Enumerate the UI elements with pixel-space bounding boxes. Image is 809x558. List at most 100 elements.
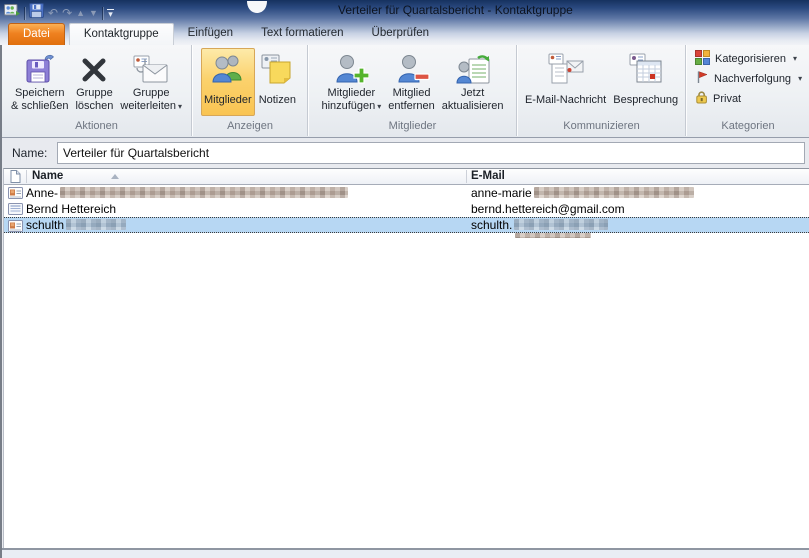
redacted-text — [514, 219, 609, 230]
dropdown-arrow-icon: ▾ — [792, 54, 797, 63]
name-input[interactable] — [57, 142, 805, 164]
member-email: bernd.hettereich@gmail.com — [471, 202, 625, 216]
email-message-icon — [548, 51, 584, 87]
group-label-aktionen: Aktionen — [75, 120, 118, 132]
mouse-cursor — [245, 0, 269, 18]
dropdown-arrow-icon: ▾ — [178, 102, 183, 111]
button-label: & schließen — [10, 100, 69, 112]
member-name: Bernd Hettereich — [26, 202, 117, 216]
member-name: schulth — [26, 218, 65, 232]
button-label: Notizen — [258, 94, 296, 106]
sort-ascending-icon — [111, 174, 119, 179]
add-member-icon — [333, 51, 370, 87]
members-list[interactable]: Name E-Mail Anne- anne-marie Bernd Hette… — [3, 168, 809, 548]
notes-icon — [261, 51, 293, 87]
members-icon — [210, 51, 246, 87]
qat-separator — [101, 6, 103, 20]
ribbon-tab-row: Datei Kontaktgruppe Einfügen Text format… — [0, 22, 809, 45]
window-header: ↶ ↷ ▲ ▼ ▾ Verteiler für Quartalsbericht … — [0, 0, 809, 45]
button-label: Speichern — [14, 87, 65, 99]
dropdown-arrow-icon: ▾ — [377, 102, 382, 111]
name-label: Name: — [12, 146, 48, 160]
button-label: Privat — [713, 92, 742, 105]
button-label: Nachverfolgung — [714, 72, 792, 85]
app-icon — [4, 3, 20, 23]
member-name: Anne- — [26, 186, 59, 200]
ribbon-group-mitglieder: Mitglieder hinzufügen ▾ Mitglied entferne… — [309, 45, 517, 136]
group-label-mitglieder: Mitglieder — [388, 120, 437, 132]
delete-x-icon — [79, 51, 109, 87]
window-title: Verteiler für Quartalsbericht - Kontaktg… — [338, 3, 573, 17]
gruppe-loeschen-button[interactable]: Gruppe löschen — [72, 48, 116, 116]
tab-datei[interactable]: Datei — [8, 23, 65, 45]
window-left-border — [0, 45, 2, 558]
kategorisieren-button[interactable]: Kategorisieren ▾ — [692, 49, 805, 68]
next-item-button[interactable]: ▼ — [89, 7, 98, 20]
member-row[interactable]: Anne- anne-marie — [4, 185, 809, 201]
contact-group-window: ↶ ↷ ▲ ▼ ▾ Verteiler für Quartalsbericht … — [0, 0, 809, 558]
forward-group-icon — [133, 51, 169, 87]
save-close-icon — [23, 51, 57, 87]
contact-card-plain-icon — [8, 203, 23, 218]
tab-ueberpruefen[interactable]: Überprüfen — [358, 23, 444, 45]
button-label: Mitglieder — [204, 94, 252, 106]
speichern-schliessen-button[interactable]: Speichern & schließen — [8, 48, 71, 116]
button-label: entfernen — [388, 100, 435, 112]
ribbon: Speichern & schließen Gruppe löschen Gru… — [0, 45, 809, 138]
window-bottom-border — [2, 548, 809, 558]
qat-separator — [24, 6, 25, 20]
redacted-text — [60, 187, 349, 198]
update-now-icon — [455, 51, 491, 87]
ribbon-group-aktionen: Speichern & schließen Gruppe löschen Gru… — [2, 45, 192, 136]
member-row-selected[interactable]: schulth schulth. — [4, 217, 809, 233]
remove-member-icon — [394, 51, 430, 87]
notizen-button[interactable]: Notizen — [256, 48, 299, 116]
button-label: Gruppe — [76, 87, 113, 99]
save-button[interactable] — [29, 3, 44, 23]
tab-kontaktgruppe[interactable]: Kontaktgruppe — [68, 23, 174, 45]
ribbon-group-kategorien: Kategorisieren ▾ Nachverfolgung ▾ Privat — [687, 45, 809, 136]
column-separator — [466, 170, 467, 183]
jetzt-aktualisieren-button[interactable]: Jetzt aktualisieren — [439, 48, 507, 116]
group-label-anzeigen: Anzeigen — [227, 120, 273, 132]
member-row[interactable]: Bernd Hettereich bernd.hettereich@gmail.… — [4, 201, 809, 217]
undo-button[interactable]: ↶ — [48, 6, 58, 20]
meeting-icon — [628, 51, 664, 87]
lock-icon — [695, 90, 708, 107]
follow-up-flag-icon — [695, 70, 709, 87]
redo-button[interactable]: ↷ — [62, 6, 72, 20]
previous-item-button[interactable]: ▲ — [76, 7, 85, 20]
group-name-row: Name: — [2, 138, 809, 168]
email-nachricht-button[interactable]: E-Mail-Nachricht — [522, 48, 609, 116]
nachverfolgung-button[interactable]: Nachverfolgung ▾ — [692, 69, 805, 88]
button-label: Besprechung — [613, 94, 679, 106]
title-bar: ↶ ↷ ▲ ▼ ▾ Verteiler für Quartalsbericht … — [0, 0, 809, 22]
ribbon-group-anzeigen: Mitglieder Notizen Anzeigen — [193, 45, 308, 136]
dropdown-arrow-icon: ▾ — [798, 74, 803, 83]
mitglieder-hinzufuegen-button[interactable]: Mitglieder hinzufügen ▾ — [318, 48, 384, 116]
customize-qat-button[interactable]: ▾ — [106, 8, 114, 19]
button-label: aktualisieren — [441, 100, 504, 112]
tab-einfuegen[interactable]: Einfügen — [174, 23, 247, 45]
member-email: schulth. — [471, 218, 513, 232]
button-label: Gruppe — [132, 87, 170, 99]
besprechung-button[interactable]: Besprechung — [610, 48, 681, 116]
group-label-kommunizieren: Kommunizieren — [563, 120, 640, 132]
mitglied-entfernen-button[interactable]: Mitglied entfernen — [385, 48, 437, 116]
list-header: Name E-Mail — [4, 169, 809, 185]
button-label: Mitglieder — [327, 87, 376, 99]
button-label: E-Mail-Nachricht — [524, 94, 607, 106]
contact-card-icon — [8, 220, 23, 235]
button-label: weiterleiten ▾ — [120, 100, 183, 112]
privat-button[interactable]: Privat — [692, 89, 805, 108]
mitglieder-anzeigen-button[interactable]: Mitglieder — [201, 48, 255, 116]
group-label-kategorien: Kategorien — [721, 120, 775, 132]
button-label: löschen — [75, 100, 114, 112]
name-column-header[interactable]: Name — [32, 170, 63, 182]
button-label: Jetzt — [461, 87, 485, 99]
tab-text-formatieren[interactable]: Text formatieren — [247, 23, 357, 45]
email-column-header[interactable]: E-Mail — [471, 170, 505, 182]
contact-card-icon — [8, 187, 23, 202]
gruppe-weiterleiten-button[interactable]: Gruppe weiterleiten ▾ — [117, 48, 185, 116]
member-email: anne-marie — [471, 186, 532, 200]
